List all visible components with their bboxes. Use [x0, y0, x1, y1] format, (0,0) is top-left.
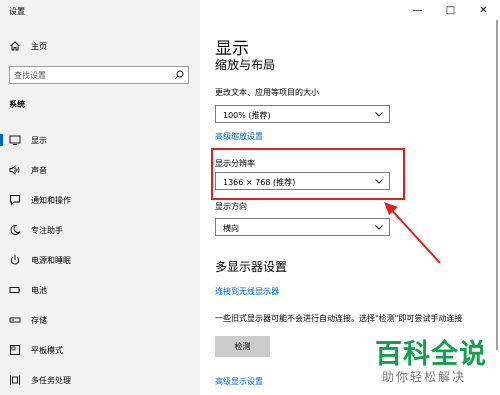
- watermark: 百科全说 助你轻松解决: [372, 332, 492, 392]
- section-heading: 系统: [9, 100, 25, 109]
- sidebar-item-multitasking[interactable]: 多任务处理: [0, 370, 200, 390]
- advanced-display-link[interactable]: 高级显示设置: [215, 376, 263, 387]
- sidebar-item-notifications[interactable]: 通知和操作: [0, 190, 200, 210]
- speaker-icon: [9, 164, 21, 176]
- sidebar-item-label: 声音: [31, 166, 47, 175]
- highlight-annotation: [211, 148, 405, 200]
- watermark-text: 百科全说: [375, 339, 487, 370]
- sidebar: 设置 主页 系统 显示 声音 通知和操作 专注助手: [0, 0, 200, 395]
- sidebar-item-focus-assist[interactable]: 专注助手: [0, 220, 200, 240]
- sidebar-item-label: 通知和操作: [31, 196, 71, 205]
- section-heading: 缩放与布局: [215, 58, 276, 72]
- search-input[interactable]: [10, 67, 170, 83]
- sidebar-item-sound[interactable]: 声音: [0, 160, 200, 180]
- dropdown-value: 横向: [223, 224, 239, 233]
- storage-icon: [9, 314, 21, 326]
- watermark-subtext: 助你轻松解决: [382, 370, 467, 384]
- detect-description: 一些旧式显示器可能不会进行自动连接。选择"检测"即可尝试手动连接: [215, 314, 463, 323]
- app-title: 设置: [9, 7, 25, 16]
- advanced-scaling-link[interactable]: 高级缩放设置: [215, 131, 263, 142]
- search-icon[interactable]: [174, 70, 184, 80]
- sidebar-item-power-sleep[interactable]: 电源和睡眠: [0, 250, 200, 270]
- sidebar-item-label: 多任务处理: [31, 376, 71, 385]
- sidebar-item-battery[interactable]: 电池: [0, 280, 200, 300]
- battery-icon: [9, 284, 21, 296]
- sidebar-item-storage[interactable]: 存储: [0, 310, 200, 330]
- maximize-button[interactable]: □: [434, 0, 467, 20]
- chevron-down-icon: [374, 109, 384, 119]
- active-indicator: [0, 134, 3, 146]
- home-icon: [9, 40, 21, 52]
- sidebar-item-tablet-mode[interactable]: 平板模式: [0, 340, 200, 360]
- sidebar-item-label: 电源和睡眠: [31, 256, 71, 265]
- sidebar-item-display[interactable]: 显示: [0, 130, 200, 150]
- sidebar-item-label: 显示: [31, 136, 47, 145]
- scale-dropdown[interactable]: 100% (推荐): [215, 105, 390, 123]
- minimize-button[interactable]: —: [401, 0, 434, 20]
- dropdown-value: 100% (推荐): [223, 111, 271, 120]
- field-label: 更改文本、应用等项目的大小: [215, 88, 319, 97]
- wireless-display-link[interactable]: 连接到无线显示器: [215, 286, 279, 297]
- field-label: 显示方向: [215, 202, 247, 211]
- orientation-dropdown[interactable]: 横向: [215, 218, 390, 236]
- tablet-icon: [9, 344, 21, 356]
- sidebar-item-label: 存储: [31, 316, 47, 325]
- power-icon: [9, 254, 21, 266]
- arrow-annotation: [384, 202, 441, 264]
- notification-icon: [9, 194, 21, 206]
- close-button[interactable]: ✕: [467, 0, 500, 20]
- scrollbar[interactable]: [496, 20, 498, 350]
- moon-icon: [9, 224, 21, 236]
- section-heading: 多显示器设置: [215, 260, 288, 274]
- multitask-icon: [9, 374, 21, 386]
- sidebar-item-label: 电池: [31, 286, 47, 295]
- window-controls: — □ ✕: [401, 0, 500, 20]
- search-box[interactable]: [9, 66, 189, 84]
- home-label: 主页: [31, 41, 47, 51]
- home-link[interactable]: 主页: [9, 40, 47, 52]
- sidebar-item-label: 专注助手: [31, 226, 63, 235]
- detect-button[interactable]: 检测: [215, 336, 270, 357]
- monitor-icon: [9, 134, 21, 146]
- sidebar-item-label: 平板模式: [31, 346, 63, 355]
